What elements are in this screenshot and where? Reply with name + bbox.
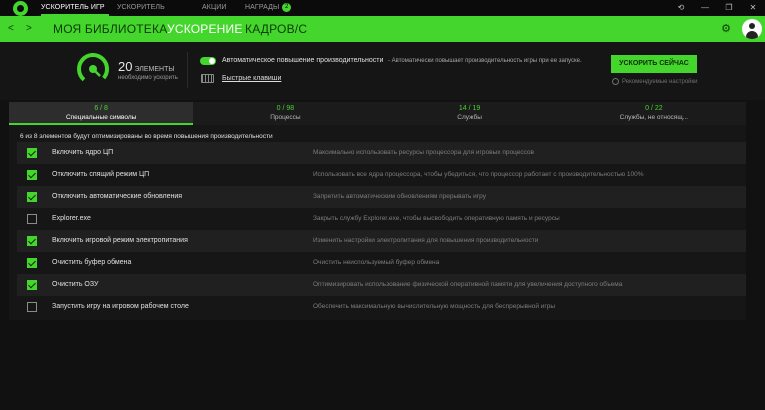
auto-boost-description: - Автоматически повышает производительно… <box>388 58 582 64</box>
tab-non-system-services[interactable]: 0 / 22 Службы, не относящ... <box>561 102 746 125</box>
tab-label: Службы, не относящ... <box>619 114 689 121</box>
keyboard-icon <box>201 74 214 83</box>
tab-count: 14 / 19 <box>458 105 481 112</box>
item-description: Использовать все ядра процессора, чтобы … <box>313 171 644 178</box>
checkbox[interactable] <box>27 192 37 202</box>
list-item[interactable]: Explorer.exe Закрыть службу Explorer.exe… <box>17 208 746 230</box>
item-name: Отключить спящий режим ЦП <box>52 171 150 178</box>
tab-services[interactable]: 14 / 19 Службы <box>377 102 562 125</box>
item-name: Запустить игру на игровом рабочем столе <box>52 303 189 310</box>
list-item[interactable]: Очистить ОЗУ Оптимизировать использовани… <box>17 274 746 296</box>
top-nav-deals[interactable]: АКЦИИ <box>202 0 245 16</box>
list-item[interactable]: Отключить спящий режим ЦП Использовать в… <box>17 164 746 186</box>
elements-count-subtitle: необходимо ускорить <box>118 75 178 81</box>
checkbox[interactable] <box>27 148 37 158</box>
list-item[interactable]: Включить игровой режим электропитания Из… <box>17 230 746 252</box>
boost-now-button[interactable]: УСКОРИТЬ СЕЙЧАС <box>611 55 697 73</box>
elements-count-unit: ЭЛЕМЕНТЫ <box>134 66 175 73</box>
recommended-settings-label: Рекомендуемые настройки <box>622 79 698 86</box>
tab-my-library[interactable]: МОЯ БИБЛИОТЕКА <box>53 16 167 42</box>
list-item[interactable]: Запустить игру на игровом рабочем столе … <box>17 296 746 318</box>
checkbox[interactable] <box>27 258 37 268</box>
item-description: Оптимизировать использование физической … <box>313 281 623 288</box>
item-name: Очистить буфер обмена <box>52 259 132 266</box>
list-item[interactable]: Очистить буфер обмена Очистить неиспольз… <box>17 252 746 274</box>
back-arrow-icon[interactable]: < <box>8 16 14 42</box>
tab-label: Процессы <box>270 114 301 121</box>
tab-special-symbols[interactable]: 6 / 8 Специальные символы <box>9 102 194 125</box>
top-nav-game-booster[interactable]: УСКОРИТЕЛЬ ИГР <box>41 0 117 16</box>
hotkeys-link[interactable]: Быстрые клавиши <box>222 75 281 82</box>
tab-count: 6 / 8 <box>94 105 108 112</box>
rewards-badge: 2 <box>282 2 292 12</box>
item-description: Закрыть службу Explorer.exe, чтобы высво… <box>313 215 560 222</box>
item-description: Обеспечить максимальную вычислительную м… <box>313 303 556 310</box>
tab-processes[interactable]: 0 / 98 Процессы <box>193 102 378 125</box>
section-nav: < > МОЯ БИБЛИОТЕКА УСКОРЕНИЕ КАДРОВ/С <box>0 16 765 42</box>
refresh-icon[interactable]: ⟲ <box>669 0 693 16</box>
reset-icon <box>612 78 619 85</box>
checkbox[interactable] <box>27 236 37 246</box>
minimize-button[interactable]: — <box>693 0 717 16</box>
list-item[interactable]: Отключить автоматические обновления Запр… <box>17 186 746 208</box>
checkbox[interactable] <box>27 302 37 312</box>
tab-boost[interactable]: УСКОРЕНИЕ <box>167 16 243 42</box>
item-description: Максимально использовать ресурсы процесс… <box>313 149 534 156</box>
forward-arrow-icon[interactable]: > <box>26 16 32 42</box>
item-name: Explorer.exe <box>52 215 91 222</box>
close-button[interactable]: ✕ <box>741 0 765 16</box>
top-nav-label: УСКОРИТЕЛЬ ИГР <box>41 4 105 11</box>
top-nav: УСКОРИТЕЛЬ ИГР УСКОРИТЕЛЬ СИСТЕМЫ АКЦИИ … <box>41 0 305 27</box>
tab-count: 0 / 22 <box>645 105 663 112</box>
boost-summary-panel: 20 ЭЛЕМЕНТЫ необходимо ускорить Автоматич… <box>0 42 765 100</box>
list-item[interactable]: Включить ядро ЦП Максимально использоват… <box>17 142 746 164</box>
item-description: Изменить настройки электропитания для по… <box>313 237 539 244</box>
top-nav-rewards[interactable]: НАГРАДЫ 2 <box>245 0 305 16</box>
item-description: Запретить автоматическим обновлениям пре… <box>313 193 486 200</box>
checkbox[interactable] <box>27 214 37 224</box>
auto-boost-label: Автоматическое повышение производительно… <box>222 57 384 64</box>
item-name: Включить игровой режим электропитания <box>52 237 188 244</box>
tab-count: 0 / 98 <box>276 105 295 112</box>
avatar[interactable] <box>742 19 762 39</box>
item-description: Очистить неиспользуемый буфер обмена <box>313 259 440 266</box>
recommended-settings-link[interactable]: Рекомендуемые настройки <box>612 78 698 85</box>
tab-label: Специальные символы <box>65 114 137 121</box>
razer-cortex-logo-icon <box>13 1 28 16</box>
item-name: Включить ядро ЦП <box>52 149 114 156</box>
top-nav-label: АКЦИИ <box>202 4 227 11</box>
tab-label: Службы <box>457 114 482 121</box>
category-tabs: 6 / 8 Специальные символы 0 / 98 Процесс… <box>9 102 746 125</box>
checkbox[interactable] <box>27 280 37 290</box>
divider <box>187 52 188 88</box>
top-nav-system-booster[interactable]: УСКОРИТЕЛЬ СИСТЕМЫ <box>117 0 202 27</box>
top-nav-label: НАГРАДЫ <box>245 4 280 11</box>
item-name: Отключить автоматические обновления <box>52 193 183 200</box>
optimization-info-text: 6 из 8 элементов будут оптимизированы во… <box>20 133 273 140</box>
elements-count-value: 20 <box>118 59 133 74</box>
maximize-button[interactable]: ❐ <box>717 0 741 16</box>
item-name: Очистить ОЗУ <box>52 281 99 288</box>
auto-boost-toggle[interactable] <box>200 57 216 65</box>
checkbox[interactable] <box>27 170 37 180</box>
tab-fps[interactable]: КАДРОВ/С <box>245 16 307 42</box>
gear-icon[interactable]: ⚙ <box>718 16 734 42</box>
elements-count: 20 ЭЛЕМЕНТЫ <box>118 59 175 74</box>
title-bar: УСКОРИТЕЛЬ ИГР УСКОРИТЕЛЬ СИСТЕМЫ АКЦИИ … <box>0 0 765 27</box>
boost-gauge-icon <box>77 53 109 85</box>
